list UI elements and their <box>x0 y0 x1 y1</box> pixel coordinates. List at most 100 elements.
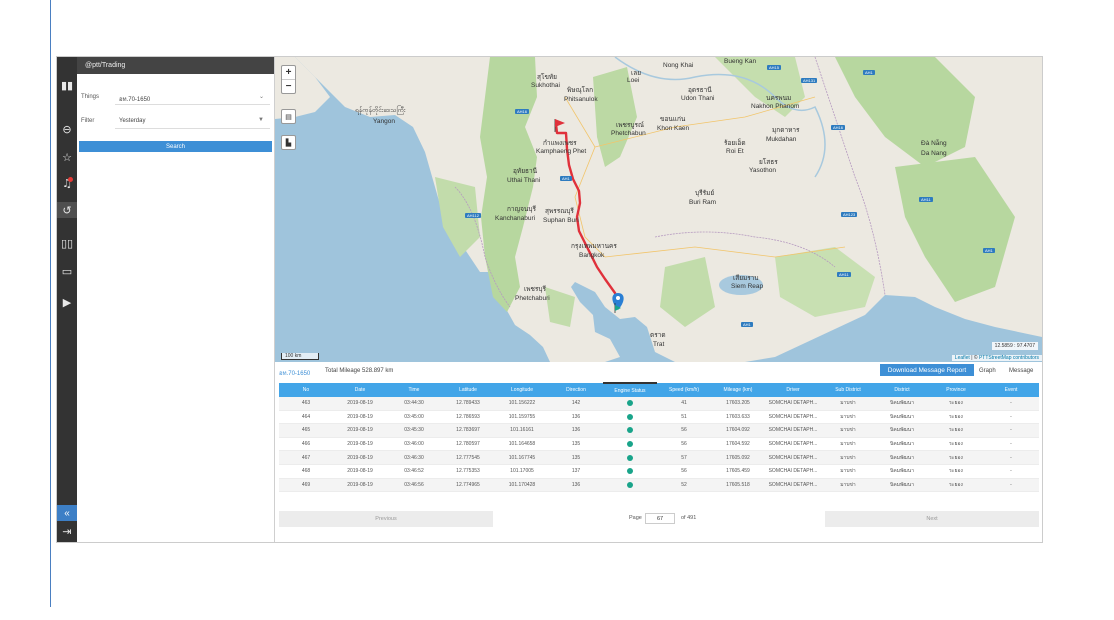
header-no[interactable]: No <box>279 383 333 397</box>
header-event[interactable]: Event <box>983 383 1039 397</box>
place-label: ยโสธร <box>759 159 778 166</box>
cell-province: ระยอง <box>929 410 983 425</box>
layers-icon[interactable]: ▤ <box>281 109 296 124</box>
table-row[interactable]: 469 2019-08-19 03:46:56 12.774965 101.17… <box>279 478 1039 493</box>
cell-date: 2019-08-19 <box>333 478 387 493</box>
place-label: Trat <box>653 341 665 348</box>
cell-province: ระยอง <box>929 397 983 411</box>
place-label: มุกดาหาร <box>772 127 800 134</box>
collapse-icon[interactable]: « <box>57 505 77 521</box>
cell-date: 2019-08-19 <box>333 450 387 465</box>
next-button[interactable]: Next <box>825 511 1039 527</box>
previous-button[interactable]: Previous <box>279 511 493 527</box>
cell-driver: SOMCHAI DETAPH... <box>765 478 821 493</box>
alert-icon[interactable]: ♫ <box>57 175 77 191</box>
dashboard-icon[interactable]: ▮▮ <box>57 77 77 93</box>
place-label: Buri Ram <box>689 199 717 206</box>
place-label: เสียมราบ <box>733 275 759 282</box>
header-district[interactable]: District <box>875 383 929 397</box>
download-report-button[interactable]: Download Message Report <box>880 364 974 376</box>
cell-district: นิคมพัฒนา <box>875 464 929 479</box>
header-sub-district[interactable]: Sub District <box>821 383 875 397</box>
cell-mileage: 17605.459 <box>711 464 765 479</box>
cell-time: 03:45:30 <box>387 423 441 438</box>
header-longitude[interactable]: Longitude <box>495 383 549 397</box>
osm-link[interactable]: PTTStreetMap contributors <box>979 355 1039 361</box>
tab-message[interactable]: Message <box>1009 368 1033 374</box>
cell-latitude: 12.777545 <box>441 450 495 465</box>
cell-time: 03:46:52 <box>387 464 441 479</box>
play-icon[interactable]: ▶ <box>57 294 77 310</box>
favorite-icon[interactable]: ☆ <box>57 149 77 165</box>
header-engine-status[interactable]: Engine Status <box>603 382 657 397</box>
place-label: Phitsanulok <box>564 96 598 103</box>
header-province[interactable]: Province <box>929 383 983 397</box>
place-label: Mukdahan <box>766 136 797 143</box>
monitor-icon[interactable]: ▭ <box>57 263 77 279</box>
cell-date: 2019-08-19 <box>333 464 387 479</box>
filter-select[interactable]: Filter Yesterday ▼ <box>77 113 274 129</box>
cell-district: นิคมพัฒนา <box>875 423 929 438</box>
header-direction[interactable]: Direction <box>549 383 603 397</box>
logout-icon[interactable]: ⇥ <box>57 523 77 539</box>
history-icon[interactable]: ↺ <box>57 202 77 218</box>
cell-driver: SOMCHAI DETAPH... <box>765 437 821 452</box>
highway-shield: AH131 <box>801 78 818 83</box>
table-row[interactable]: 464 2019-08-19 03:45:00 12.786593 101.15… <box>279 410 1039 425</box>
table-row[interactable]: 463 2019-08-19 03:44:30 12.789433 101.15… <box>279 397 1039 411</box>
cell-engine-status <box>603 478 657 493</box>
header-time[interactable]: Time <box>387 383 441 397</box>
zoom-in-button[interactable]: + <box>282 66 295 79</box>
cell-engine-status <box>603 423 657 438</box>
total-mileage: Total Mileage 528.897 km <box>325 368 394 374</box>
report-icon[interactable]: ▯▯ <box>57 235 77 251</box>
cell-direction: 135 <box>549 450 603 465</box>
page-input[interactable] <box>645 513 675 524</box>
table-header-row: No Date Time Latitude Longitude Directio… <box>279 382 1039 397</box>
header-driver[interactable]: Driver <box>765 383 821 397</box>
place-label: เพชรบูรณ์ <box>616 122 645 129</box>
header-speed[interactable]: Speed (km/h) <box>657 383 711 397</box>
engine-on-icon <box>627 400 633 407</box>
place-label: Yangon <box>373 118 395 125</box>
cell-longitude: 101.164658 <box>495 437 549 452</box>
header-latitude[interactable]: Latitude <box>441 383 495 397</box>
things-label: Things <box>81 94 100 100</box>
highway-shield: AH1 <box>560 176 572 181</box>
search-button[interactable]: Search <box>79 141 272 152</box>
cell-longitude: 101.17005 <box>495 464 549 479</box>
ruler-icon[interactable]: ▙ <box>281 135 296 150</box>
cell-engine-status <box>603 437 657 452</box>
history-toolbar: อท.70-1650 Total Mileage 528.897 km Down… <box>275 362 1042 379</box>
table-row[interactable]: 465 2019-08-19 03:45:30 12.783697 101.16… <box>279 423 1039 438</box>
cell-no: 464 <box>279 410 333 425</box>
things-select[interactable]: Things อท.70-1650 ⌄ <box>77 89 274 105</box>
cell-driver: SOMCHAI DETAPH... <box>765 464 821 479</box>
place-label: กรุงเทพมหานคร <box>571 243 617 250</box>
place-label: Nakhon Phanom <box>751 103 800 110</box>
header-mileage[interactable]: Mileage (km) <box>711 383 765 397</box>
cell-driver: SOMCHAI DETAPH... <box>765 423 821 438</box>
cell-district: นิคมพัฒนา <box>875 437 929 452</box>
place-label: กำแพงเพชร <box>543 140 577 147</box>
tracking-icon[interactable]: ⊖ <box>57 121 77 137</box>
route-map[interactable]: Nong Khai Bueng Kan เลย Loei สุโขทัย Suk… <box>275 57 1042 362</box>
table-row[interactable]: 468 2019-08-19 03:46:52 12.775353 101.17… <box>279 464 1039 479</box>
cell-no: 468 <box>279 464 333 479</box>
table-row[interactable]: 467 2019-08-19 03:46:30 12.777545 101.16… <box>279 450 1039 465</box>
table-row[interactable]: 466 2019-08-19 03:46:00 12.780597 101.16… <box>279 437 1039 452</box>
cell-speed: 41 <box>657 397 711 411</box>
cell-time: 03:46:30 <box>387 450 441 465</box>
cell-time: 03:45:00 <box>387 410 441 425</box>
cell-event: - <box>983 410 1039 425</box>
header-date[interactable]: Date <box>333 383 387 397</box>
cell-direction: 142 <box>549 397 603 411</box>
cell-latitude: 12.780597 <box>441 437 495 452</box>
engine-on-icon <box>627 481 633 488</box>
place-label: อุดรธานี <box>688 87 712 94</box>
zoom-out-button[interactable]: − <box>282 79 295 93</box>
leaflet-link[interactable]: Leaflet <box>955 355 970 361</box>
cell-longitude: 101.170428 <box>495 478 549 493</box>
cell-time: 03:44:30 <box>387 397 441 411</box>
tab-graph[interactable]: Graph <box>979 368 996 374</box>
